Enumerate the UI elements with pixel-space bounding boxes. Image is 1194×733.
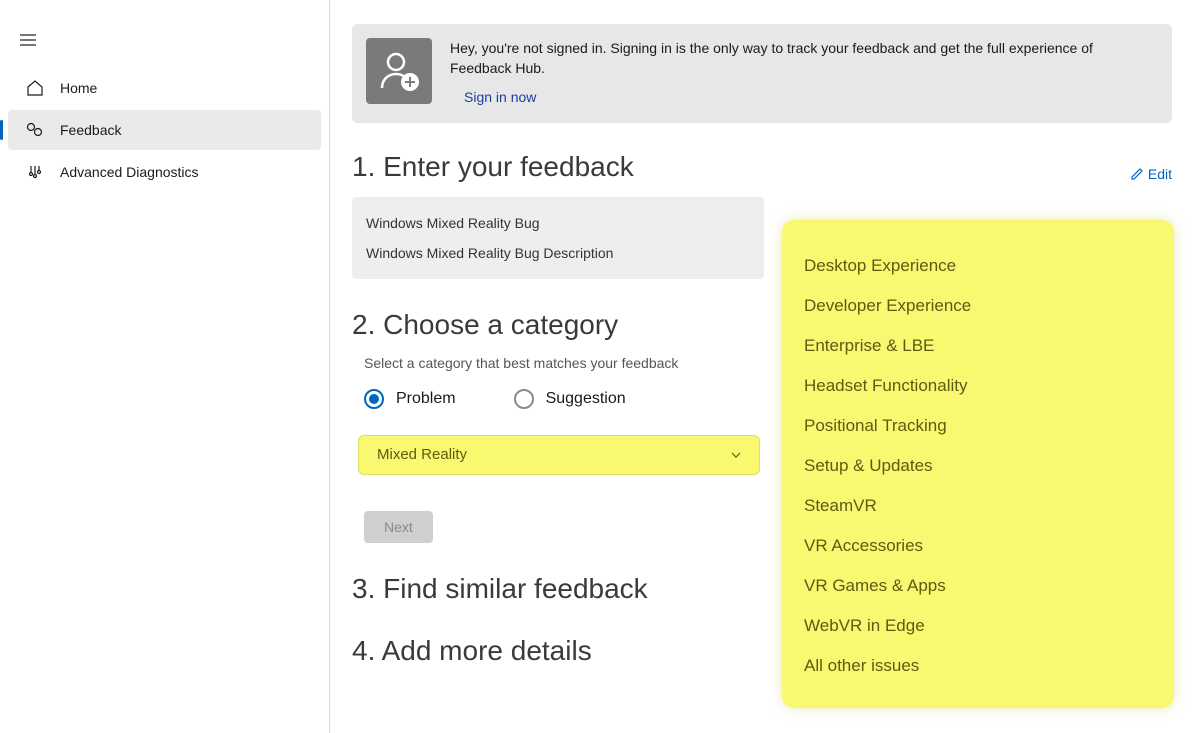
feedback-icon — [26, 121, 44, 139]
main-content: Hey, you're not signed in. Signing in is… — [330, 0, 1194, 733]
option-item[interactable]: Desktop Experience — [804, 246, 1152, 286]
home-icon — [26, 79, 44, 97]
radio-suggestion[interactable]: Suggestion — [514, 389, 626, 409]
option-item[interactable]: Positional Tracking — [804, 406, 1152, 446]
category-dropdown[interactable]: Mixed Reality — [358, 435, 760, 475]
next-button[interactable]: Next — [364, 511, 433, 543]
option-item[interactable]: VR Games & Apps — [804, 566, 1152, 606]
sidebar-item-label: Home — [60, 80, 97, 96]
category-options-panel: Desktop Experience Developer Experience … — [782, 220, 1174, 708]
option-item[interactable]: SteamVR — [804, 486, 1152, 526]
edit-label: Edit — [1148, 166, 1172, 182]
radio-suggestion-label: Suggestion — [546, 390, 626, 408]
option-item[interactable]: Enterprise & LBE — [804, 326, 1152, 366]
hamburger-icon — [20, 34, 36, 46]
summary-title: Windows Mixed Reality Bug — [366, 215, 750, 231]
dropdown-value: Mixed Reality — [377, 446, 467, 463]
diagnostics-icon — [26, 163, 44, 181]
signin-banner: Hey, you're not signed in. Signing in is… — [352, 24, 1172, 123]
option-item[interactable]: Headset Functionality — [804, 366, 1152, 406]
banner-message: Hey, you're not signed in. Signing in is… — [450, 40, 1093, 76]
option-item[interactable]: Developer Experience — [804, 286, 1152, 326]
user-add-icon — [366, 38, 432, 104]
sidebar-item-diagnostics[interactable]: Advanced Diagnostics — [8, 152, 321, 192]
hamburger-button[interactable] — [8, 22, 48, 58]
sidebar-item-home[interactable]: Home — [8, 68, 321, 108]
step1-title: 1. Enter your feedback — [352, 151, 634, 183]
option-item[interactable]: WebVR in Edge — [804, 606, 1152, 646]
radio-unchecked-icon — [514, 389, 534, 409]
summary-desc: Windows Mixed Reality Bug Description — [366, 245, 750, 261]
option-item[interactable]: Setup & Updates — [804, 446, 1152, 486]
radio-problem[interactable]: Problem — [364, 389, 456, 409]
sidebar-item-label: Advanced Diagnostics — [60, 164, 199, 180]
signin-link[interactable]: Sign in now — [464, 87, 536, 107]
chevron-down-icon — [731, 452, 741, 458]
radio-problem-label: Problem — [396, 390, 456, 408]
sidebar-item-feedback[interactable]: Feedback — [8, 110, 321, 150]
sidebar-item-label: Feedback — [60, 122, 121, 138]
radio-checked-icon — [364, 389, 384, 409]
option-item[interactable]: All other issues — [804, 646, 1152, 686]
sidebar: Home Feedback Advanced Diagnostics — [0, 0, 330, 733]
feedback-summary: Windows Mixed Reality Bug Windows Mixed … — [352, 197, 764, 279]
pencil-icon — [1130, 167, 1144, 181]
option-item[interactable]: VR Accessories — [804, 526, 1152, 566]
edit-link[interactable]: Edit — [1130, 166, 1172, 182]
